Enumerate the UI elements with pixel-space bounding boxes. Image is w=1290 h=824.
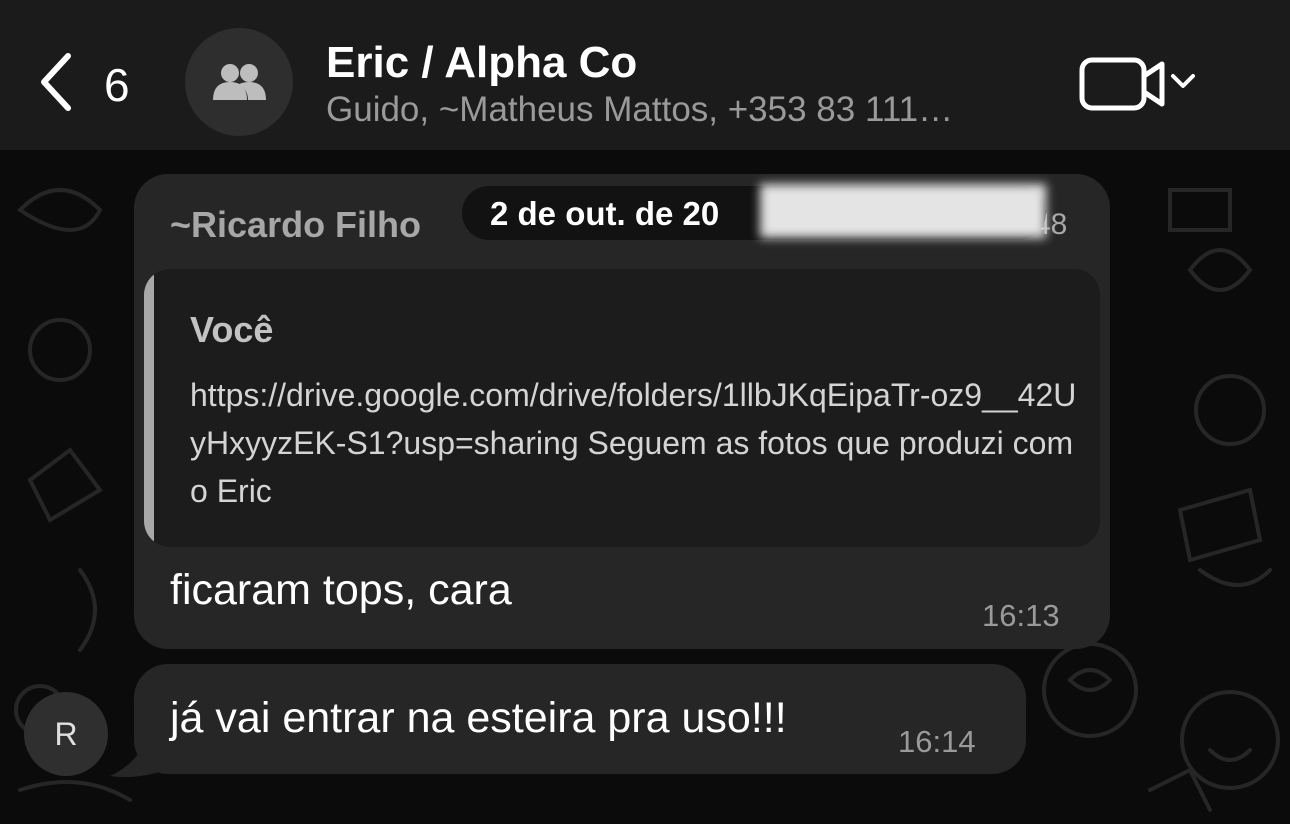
message-bubble[interactable]: ~Ricardo Filho 48 Você https://drive.goo… — [134, 174, 1110, 649]
group-avatar[interactable] — [185, 28, 293, 136]
date-text: 2 de out. de 20 — [490, 195, 720, 232]
redaction-blur — [760, 184, 1046, 238]
message-text: já vai entrar na esteira pra uso!!! — [170, 694, 787, 742]
unread-count[interactable]: 6 — [104, 58, 130, 112]
quote-accent-bar — [144, 269, 154, 547]
message-time: 16:14 — [898, 724, 976, 759]
chat-participants[interactable]: Guido, ~Matheus Mattos, +353 83 111… — [326, 90, 953, 130]
chevron-left-icon[interactable] — [36, 52, 76, 112]
message-time: 16:13 — [982, 598, 1060, 633]
group-icon — [213, 64, 266, 100]
message-text: ficaram tops, cara — [170, 566, 512, 614]
chevron-down-icon — [1171, 74, 1195, 88]
quote-text: https://drive.google.com/drive/folders/1… — [190, 377, 1077, 509]
quote-author: Você — [190, 309, 274, 350]
quoted-message[interactable]: Você https://drive.google.com/drive/fold… — [144, 269, 1100, 547]
video-call-icon[interactable] — [1078, 56, 1202, 114]
chat-title[interactable]: Eric / Alpha Co — [326, 38, 637, 88]
chat-header: 6 Eric / Alpha Co Guido, ~Matheus Mattos… — [0, 0, 1290, 150]
sender-name[interactable]: ~Ricardo Filho — [170, 204, 421, 246]
sender-avatar[interactable]: R — [24, 692, 108, 776]
message-bubble[interactable]: já vai entrar na esteira pra uso!!! 16:1… — [134, 664, 1026, 774]
